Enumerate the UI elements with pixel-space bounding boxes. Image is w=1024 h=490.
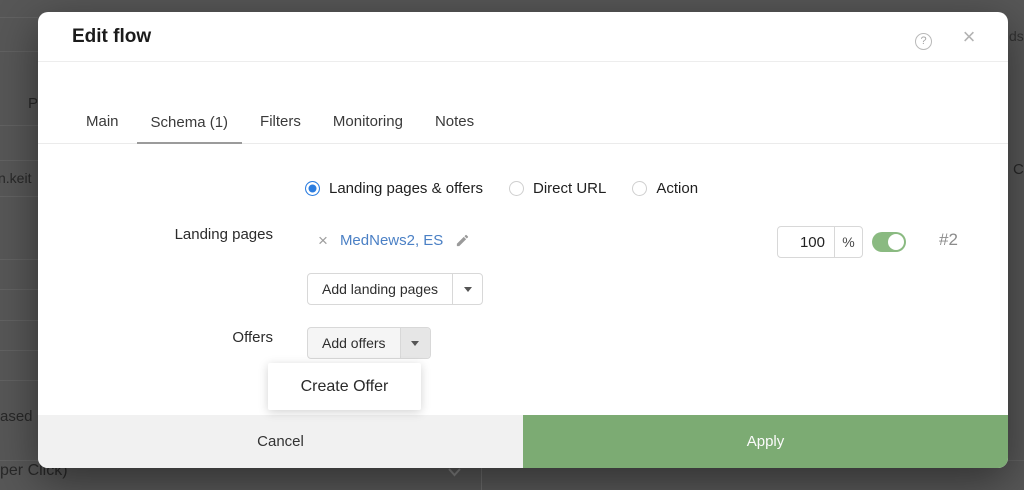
bg-text-fragment: ased bbox=[0, 408, 33, 425]
bg-row-divider bbox=[0, 160, 38, 161]
tab-filters[interactable]: Filters bbox=[246, 113, 315, 143]
add-landing-pages-caret[interactable] bbox=[452, 274, 482, 304]
tab-monitoring[interactable]: Monitoring bbox=[319, 113, 417, 143]
landing-page-link[interactable]: MedNews2, ES bbox=[340, 232, 443, 249]
add-landing-pages-button[interactable]: Add landing pages bbox=[308, 274, 452, 304]
add-offers-dropdown-menu: Create Offer bbox=[268, 363, 421, 410]
bg-text-fragment: n.keit bbox=[0, 170, 32, 186]
caret-down-icon bbox=[411, 340, 420, 346]
bg-text-fragment: P bbox=[28, 95, 39, 112]
tab-schema[interactable]: Schema (1) bbox=[136, 114, 243, 144]
bg-row-divider bbox=[0, 320, 38, 321]
landing-page-item: × MedNews2, ES bbox=[318, 232, 470, 249]
radio-label: Direct URL bbox=[533, 180, 607, 197]
weight-input-group: % bbox=[777, 226, 863, 258]
bg-row-divider bbox=[0, 350, 38, 351]
radio-selected-icon[interactable] bbox=[305, 181, 320, 196]
radio-direct-url[interactable]: Direct URL bbox=[509, 180, 606, 197]
bg-row-divider bbox=[0, 51, 38, 52]
radio-action[interactable]: Action bbox=[632, 180, 698, 197]
add-offers-caret[interactable] bbox=[399, 328, 430, 358]
modal-header: Edit flow ? × bbox=[38, 12, 1008, 62]
schema-tab-content: Landing pages & offers Direct URL Action… bbox=[38, 144, 1008, 415]
weight-input[interactable] bbox=[778, 227, 834, 257]
flow-index-badge: #2 bbox=[939, 230, 958, 249]
bg-row-divider bbox=[0, 196, 38, 197]
tab-notes[interactable]: Notes bbox=[421, 113, 488, 143]
edit-pencil-icon[interactable] bbox=[455, 233, 470, 248]
weight-unit-label: % bbox=[834, 227, 862, 257]
landing-pages-label: Landing pages bbox=[174, 226, 273, 243]
caret-down-icon bbox=[463, 286, 472, 292]
offers-label: Offers bbox=[232, 329, 273, 346]
cancel-button[interactable]: Cancel bbox=[38, 415, 523, 468]
radio-landing-pages-offers[interactable]: Landing pages & offers bbox=[305, 180, 483, 197]
radio-unselected-icon[interactable] bbox=[509, 181, 525, 196]
edit-flow-modal: Edit flow ? × Main Schema (1) Filters Mo… bbox=[38, 12, 1008, 468]
bg-row-divider bbox=[0, 289, 38, 290]
tab-main[interactable]: Main bbox=[72, 113, 133, 143]
tabs-bar: Main Schema (1) Filters Monitoring Notes bbox=[38, 62, 1008, 144]
menu-item-create-offer[interactable]: Create Offer bbox=[268, 363, 421, 410]
landing-page-enabled-toggle[interactable] bbox=[872, 232, 906, 252]
close-icon[interactable]: × bbox=[957, 25, 981, 49]
add-landing-pages-split-button: Add landing pages bbox=[307, 273, 483, 305]
apply-button[interactable]: Apply bbox=[523, 415, 1008, 468]
bg-text-fragment: C bbox=[1013, 161, 1024, 178]
toggle-knob bbox=[888, 234, 904, 250]
bg-row-divider bbox=[0, 380, 38, 381]
bg-row-divider bbox=[0, 17, 38, 18]
screen: P n.keit ased per Click) ds C Edit flow … bbox=[0, 0, 1024, 490]
help-icon[interactable]: ? bbox=[915, 33, 932, 50]
radio-label: Action bbox=[656, 180, 699, 197]
modal-title: Edit flow bbox=[72, 26, 152, 47]
remove-landing-page-icon[interactable]: × bbox=[318, 232, 328, 249]
radio-unselected-icon[interactable] bbox=[632, 181, 648, 196]
add-offers-button[interactable]: Add offers bbox=[308, 328, 400, 358]
destination-type-radios: Landing pages & offers Direct URL Action bbox=[305, 180, 698, 197]
bg-row-divider bbox=[0, 125, 38, 126]
add-offers-split-button: Add offers bbox=[307, 327, 431, 359]
radio-label: Landing pages & offers bbox=[329, 180, 484, 197]
bg-text-fragment: ds bbox=[1009, 28, 1024, 44]
bg-row-divider bbox=[0, 259, 38, 260]
modal-footer: Cancel Apply bbox=[38, 415, 1008, 468]
